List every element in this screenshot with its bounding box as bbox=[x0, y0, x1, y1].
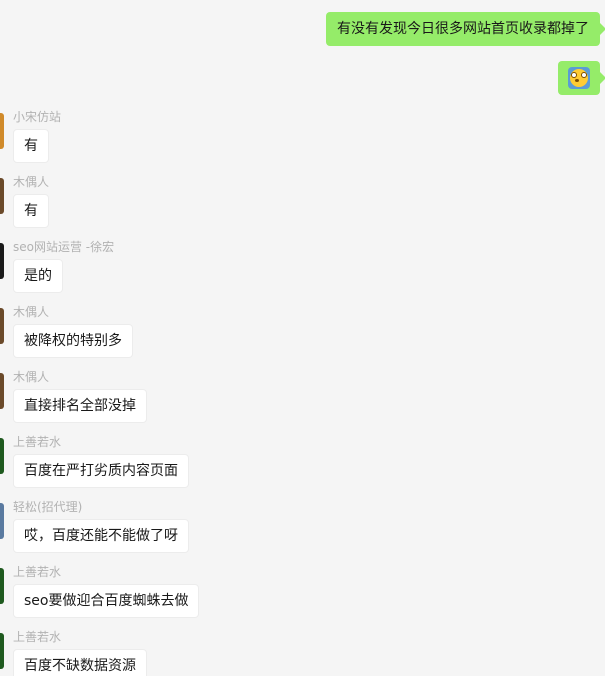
message-bubble[interactable]: 是的 bbox=[13, 259, 63, 293]
avatar[interactable] bbox=[0, 503, 4, 539]
avatar[interactable] bbox=[0, 373, 4, 409]
avatar[interactable] bbox=[0, 178, 4, 214]
message-bubble[interactable]: 直接排名全部没掉 bbox=[13, 389, 147, 423]
sender-name: 上善若水 bbox=[13, 630, 62, 644]
avatar[interactable] bbox=[0, 568, 4, 604]
chat-window: 有没有发现今日很多网站首页收录都掉了 小宋仿站 有 木偶人 有 seo网站运营 … bbox=[0, 0, 605, 676]
message-bubble[interactable]: 哎，百度还能不能做了呀 bbox=[13, 519, 189, 553]
avatar[interactable] bbox=[0, 438, 4, 474]
sender-name: 木偶人 bbox=[13, 370, 50, 384]
message-bubble[interactable]: seo要做迎合百度蜘蛛去做 bbox=[13, 584, 200, 618]
avatar[interactable] bbox=[0, 113, 4, 149]
sender-name: 小宋仿站 bbox=[13, 110, 62, 124]
outgoing-message bbox=[558, 61, 605, 95]
sender-name: seo网站运营 -徐宏 bbox=[13, 240, 115, 254]
message-bubble[interactable]: 百度不缺数据资源 bbox=[13, 649, 147, 676]
avatar[interactable] bbox=[0, 308, 4, 344]
outgoing-emoji-bubble[interactable] bbox=[558, 61, 605, 95]
outgoing-message: 有没有发现今日很多网站首页收录都掉了 bbox=[326, 12, 605, 46]
sender-name: 木偶人 bbox=[13, 175, 50, 189]
sender-name: 上善若水 bbox=[13, 435, 62, 449]
message-bubble[interactable]: 被降权的特别多 bbox=[13, 324, 133, 358]
outgoing-bubble[interactable]: 有没有发现今日很多网站首页收录都掉了 bbox=[326, 12, 605, 46]
sender-name: 轻松(招代理) bbox=[13, 500, 83, 514]
avatar[interactable] bbox=[0, 243, 4, 279]
message-bubble[interactable]: 有 bbox=[13, 129, 49, 163]
message-bubble[interactable]: 百度在严打劣质内容页面 bbox=[13, 454, 189, 488]
message-bubble[interactable]: 有 bbox=[13, 194, 49, 228]
sender-name: 木偶人 bbox=[13, 305, 50, 319]
flushed-face-emoji-icon bbox=[568, 67, 590, 89]
sender-name: 上善若水 bbox=[13, 565, 62, 579]
avatar[interactable] bbox=[0, 633, 4, 669]
